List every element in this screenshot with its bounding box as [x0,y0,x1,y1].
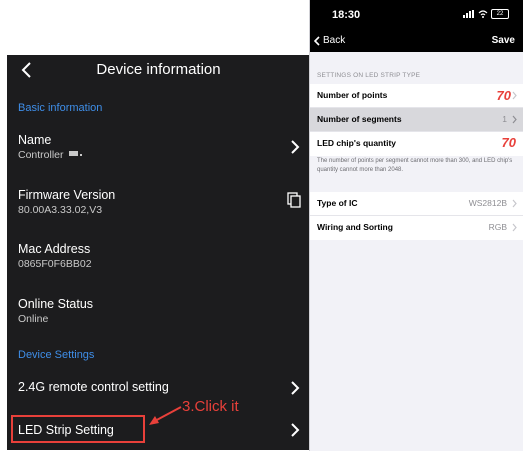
mac-address-row: Mac Address 0865F0F6BB02 [7,236,310,276]
name-label: Name [18,133,52,147]
firmware-value: 80.00A3.33.02,V3 [18,204,103,216]
nav-bar: Back Save [310,32,523,52]
back-label: Back [323,35,346,46]
wiring-label: Wiring and Sorting [317,222,393,232]
status-bar: 18:30 22 [310,0,523,32]
firmware-row: Firmware Version 80.00A3.33.02,V3 [7,182,310,222]
firmware-label: Firmware Version [18,188,116,202]
chevron-right-icon [291,140,300,154]
led-strip-highlight-box [11,415,145,443]
chevron-left-icon [314,35,320,46]
number-of-segments-row[interactable]: Number of segments 1 [310,108,523,132]
name-value: Controller [18,149,86,161]
segments-label: Number of segments [317,114,402,124]
battery-icon: 22 [491,9,509,19]
annotation-text: 3.Click it [182,398,239,415]
limits-note: The number of points per segment cannot … [317,158,513,173]
ic-label: Type of IC [317,198,358,208]
online-label: Online Status [18,297,94,311]
chevron-right-icon [512,199,517,208]
wifi-icon [478,10,488,18]
mac-value: 0865F0F6BB02 [18,258,92,270]
ic-settings-group: Type of IC WS2812B Wiring and Sorting RG… [310,192,523,240]
remote-control-setting-row[interactable]: 2.4G remote control setting [7,373,310,403]
number-of-points-row[interactable]: Number of points 70 [310,84,523,108]
led-strip-settings-screen: 18:30 22 Back Save SETTINGS ON LED STRIP… [309,0,523,451]
chevron-right-icon [512,91,517,100]
type-of-ic-row[interactable]: Type of IC WS2812B [310,192,523,216]
chip-value: 70 [501,135,516,150]
section-caption: SETTINGS ON LED STRIP TYPE [317,72,421,79]
points-value: 70 [496,88,511,103]
section-device-settings: Device Settings [18,349,95,361]
online-status-row: Online Status Online [7,291,310,331]
section-basic-information: Basic information [18,102,103,114]
strip-settings-group: Number of points 70 Number of segments 1… [310,84,523,156]
page-title: Device information [96,61,221,78]
chevron-right-icon [512,115,517,124]
chip-label: LED chip's quantity [317,138,396,148]
remote-control-label: 2.4G remote control setting [18,380,169,394]
wiring-value: RGB [488,222,507,232]
status-icons: 22 [463,9,509,19]
chevron-right-icon [291,423,300,437]
wiring-sorting-row[interactable]: Wiring and Sorting RGB [310,216,523,240]
header: Device information [7,55,310,85]
device-information-screen: Device information Basic information Nam… [7,55,310,450]
annotation-arrow [149,406,182,425]
signal-icon [463,10,474,18]
name-row[interactable]: Name Controller [7,127,310,167]
online-value: Online [18,313,49,325]
save-button[interactable]: Save [492,35,515,46]
chevron-right-icon [291,381,300,395]
segments-value: 1 [502,114,507,124]
status-time: 18:30 [332,9,361,21]
points-label: Number of points [317,90,388,100]
back-button[interactable]: Back [314,35,345,46]
mac-label: Mac Address [18,242,91,256]
chevron-right-icon [512,223,517,232]
ic-value: WS2812B [468,198,507,208]
copy-icon[interactable] [287,192,301,208]
device-icon [69,151,83,156]
led-chip-quantity-row[interactable]: LED chip's quantity 70 [310,132,523,156]
